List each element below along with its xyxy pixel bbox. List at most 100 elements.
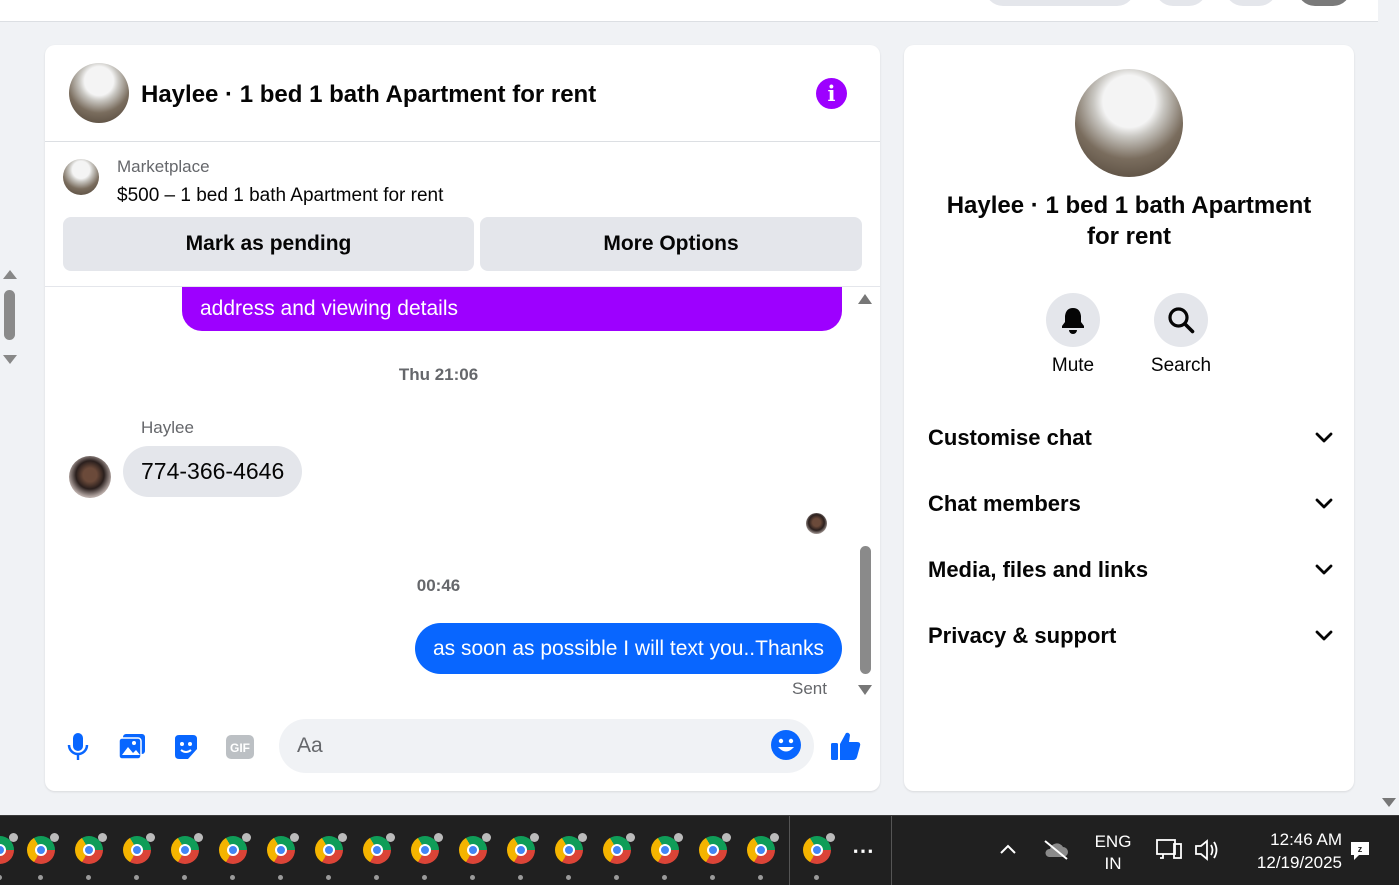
- chrome-icon[interactable]: [747, 833, 779, 864]
- section-label: Media, files and links: [928, 557, 1149, 582]
- chrome-icon[interactable]: [123, 833, 155, 864]
- chrome-icon[interactable]: [555, 833, 587, 864]
- chrome-icon[interactable]: [315, 833, 347, 864]
- message-input[interactable]: [279, 719, 814, 773]
- language-indicator[interactable]: ENG IN: [1090, 831, 1136, 875]
- section-label: Customise chat: [928, 425, 1092, 450]
- section-chat-members[interactable]: Chat members: [928, 484, 1333, 524]
- listing-title[interactable]: $500 – 1 bed 1 bath Apartment for rent: [117, 185, 443, 207]
- running-indicator: [134, 875, 139, 880]
- chrome-icon[interactable]: [803, 833, 835, 864]
- running-indicator: [758, 875, 763, 880]
- nav-button[interactable]: [1155, 0, 1207, 6]
- running-indicator: [814, 875, 819, 880]
- info-icon[interactable]: i: [816, 78, 847, 109]
- listing-avatar[interactable]: [69, 63, 129, 123]
- nav-button[interactable]: [985, 0, 1135, 6]
- chrome-icon[interactable]: [699, 833, 731, 864]
- listing-avatar-large[interactable]: [1075, 69, 1183, 177]
- chevron-down-icon: [1315, 498, 1333, 509]
- more-apps-icon[interactable]: ⋯: [852, 838, 875, 864]
- section-media-files-links[interactable]: Media, files and links: [928, 550, 1333, 590]
- page-scroll-down-arrow[interactable]: [1382, 798, 1396, 807]
- sender-avatar[interactable]: [69, 456, 111, 498]
- chrome-icon[interactable]: [507, 833, 539, 864]
- chrome-icon[interactable]: [27, 833, 59, 864]
- scroll-up-arrow[interactable]: [858, 294, 872, 304]
- section-customise-chat[interactable]: Customise chat: [928, 418, 1333, 458]
- chrome-icon[interactable]: [219, 833, 251, 864]
- message-timestamp: 00:46: [416, 576, 461, 595]
- running-indicator: [614, 875, 619, 880]
- svg-text:GIF: GIF: [230, 741, 250, 755]
- system-clock[interactable]: 12:46 AM 12/19/2025: [1232, 828, 1342, 874]
- sent-message-bubble[interactable]: as soon as possible I will text you..Tha…: [414, 623, 842, 674]
- thumbs-up-icon[interactable]: [829, 729, 863, 763]
- conversation-title[interactable]: Haylee · 1 bed 1 bath Apartment for rent: [141, 81, 596, 109]
- chrome-icon[interactable]: [171, 833, 203, 864]
- chrome-icon[interactable]: [0, 833, 18, 864]
- running-indicator: [326, 875, 331, 880]
- emoji-icon[interactable]: [770, 729, 802, 761]
- svg-text:z: z: [1358, 844, 1363, 854]
- running-indicator: [710, 875, 715, 880]
- message-text: address and viewing details: [200, 297, 458, 320]
- notification-icon[interactable]: z: [1347, 836, 1373, 869]
- marketplace-label: Marketplace: [117, 157, 210, 176]
- language-code: ENG: [1094, 832, 1132, 851]
- bell-icon[interactable]: [1046, 293, 1100, 347]
- volume-icon[interactable]: [1193, 837, 1221, 868]
- gif-icon[interactable]: GIF: [224, 731, 256, 763]
- scrollbar-thumb[interactable]: [4, 290, 15, 340]
- running-indicator: [566, 875, 571, 880]
- chrome-icon[interactable]: [363, 833, 395, 864]
- chrome-icon[interactable]: [651, 833, 683, 864]
- clock-date: 12/19/2025: [1256, 853, 1342, 872]
- windows-taskbar: ⋯ ENG IN 12:46 AM 12/19/2025 z: [0, 815, 1399, 885]
- section-privacy-support[interactable]: Privacy & support: [928, 616, 1333, 656]
- taskbar-separator: [789, 816, 790, 885]
- chevron-down-icon: [1315, 432, 1333, 443]
- chrome-icon[interactable]: [267, 833, 299, 864]
- marketplace-banner: Marketplace $500 – 1 bed 1 bath Apartmen…: [45, 142, 880, 287]
- scroll-up-arrow[interactable]: [3, 270, 17, 279]
- search-icon[interactable]: [1154, 293, 1208, 347]
- profile-avatar-button[interactable]: [1297, 0, 1351, 6]
- search-button[interactable]: Search: [1136, 293, 1226, 377]
- network-icon[interactable]: [1155, 836, 1183, 869]
- scroll-down-arrow[interactable]: [858, 685, 872, 695]
- panel-title: Haylee · 1 bed 1 bath Apartment for rent: [946, 192, 1312, 250]
- page-scrollbar[interactable]: [0, 260, 20, 380]
- chevron-up-icon[interactable]: [998, 840, 1018, 865]
- scroll-down-arrow[interactable]: [3, 355, 17, 364]
- running-indicator: [374, 875, 379, 880]
- more-options-button[interactable]: More Options: [480, 217, 862, 271]
- cloud-offline-icon[interactable]: [1042, 838, 1070, 867]
- taskbar-separator: [891, 816, 892, 885]
- scrollbar-thumb[interactable]: [860, 546, 871, 674]
- conversation-header: Haylee · 1 bed 1 bath Apartment for rent…: [45, 45, 880, 142]
- search-label: Search: [1150, 355, 1212, 376]
- chevron-down-icon: [1315, 564, 1333, 575]
- sticker-icon[interactable]: [170, 731, 202, 763]
- photo-icon[interactable]: [116, 731, 148, 763]
- running-indicator: [38, 875, 43, 880]
- mark-as-pending-button[interactable]: Mark as pending: [63, 217, 474, 271]
- chrome-icon[interactable]: [411, 833, 443, 864]
- running-indicator: [0, 875, 2, 880]
- microphone-icon[interactable]: [62, 731, 94, 763]
- mute-button[interactable]: Mute: [1028, 293, 1118, 377]
- nav-button[interactable]: [1225, 0, 1277, 6]
- listing-thumbnail[interactable]: [63, 159, 99, 195]
- chrome-icon[interactable]: [75, 833, 107, 864]
- running-indicator: [230, 875, 235, 880]
- running-indicator: [662, 875, 667, 880]
- running-indicator: [422, 875, 427, 880]
- sender-name: Haylee: [141, 418, 194, 437]
- message-timestamp: Thu 21:06: [398, 365, 479, 384]
- chrome-icon[interactable]: [603, 833, 635, 864]
- sent-message-bubble[interactable]: address and viewing details: [182, 287, 842, 331]
- received-message-bubble[interactable]: 774-366-4646: [123, 446, 303, 497]
- region-code: IN: [1104, 854, 1122, 873]
- chrome-icon[interactable]: [459, 833, 491, 864]
